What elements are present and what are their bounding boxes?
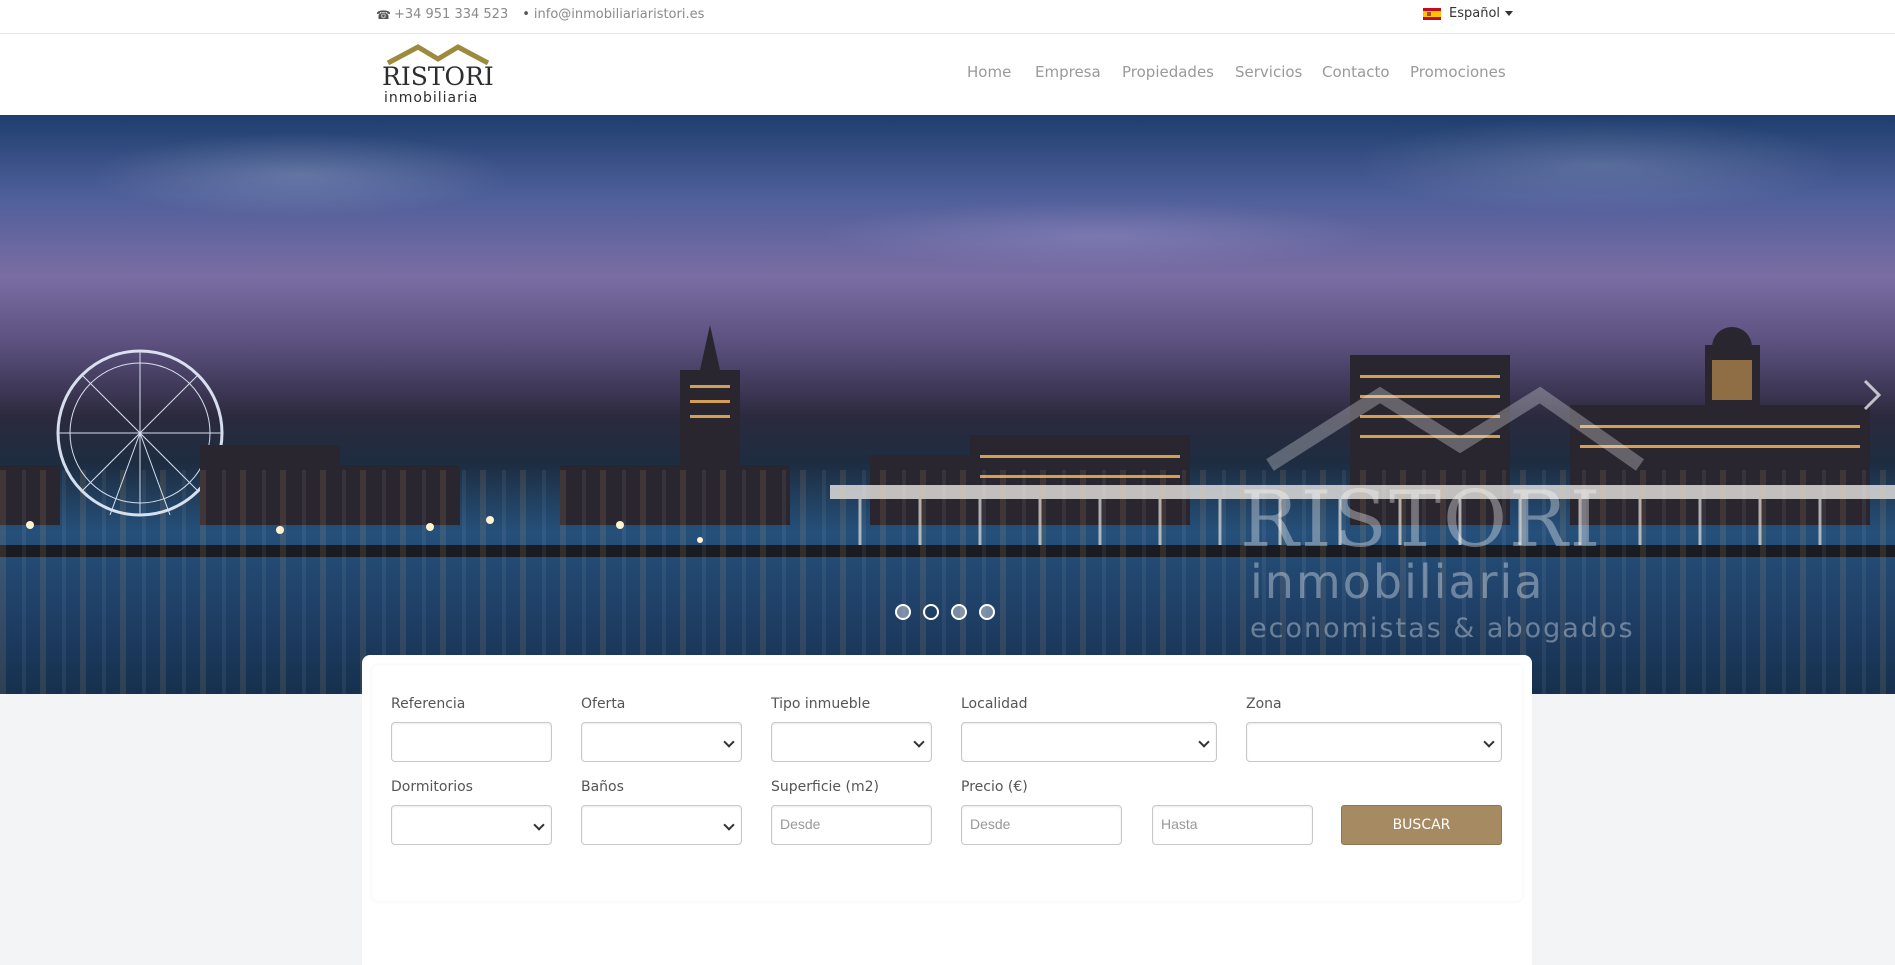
nav-home[interactable]: Home	[967, 63, 1011, 81]
main-navbar: RISTORI inmobiliaria Home Empresa Propie…	[0, 34, 1895, 115]
logo-name: RISTORI	[382, 62, 494, 91]
logo-subtitle: inmobiliaria	[384, 90, 479, 106]
label-banos: Baños	[581, 779, 624, 795]
label-referencia: Referencia	[391, 696, 466, 712]
site-logo[interactable]: RISTORI inmobiliaria	[382, 43, 494, 106]
dormitorios-select[interactable]	[391, 805, 552, 845]
referencia-input[interactable]	[391, 722, 552, 762]
banos-select[interactable]	[581, 805, 742, 845]
caret-down-icon	[1505, 11, 1514, 16]
chevron-right-icon[interactable]	[1861, 377, 1883, 413]
zona-select[interactable]	[1246, 722, 1502, 762]
watermark-roof-icon	[1266, 386, 1645, 471]
precio-desde-input[interactable]: Desde	[961, 805, 1122, 845]
nav-contacto[interactable]: Contacto	[1322, 63, 1390, 81]
hero-slider: RISTORI inmobiliaria economistas & aboga…	[0, 115, 1895, 694]
superficie-desde-input[interactable]: Desde	[771, 805, 932, 845]
phone-icon: ☎	[376, 7, 391, 22]
top-bar: ☎ +34 951 334 523 • info@inmobiliariaris…	[0, 0, 1895, 34]
label-precio: Precio (€)	[961, 779, 1028, 795]
slider-dots	[895, 604, 1007, 620]
nav-propiedades[interactable]: Propiedades	[1122, 63, 1214, 81]
label-tipo-inmueble: Tipo inmueble	[771, 696, 871, 712]
localidad-select[interactable]	[961, 722, 1217, 762]
language-label: Español	[1449, 6, 1501, 21]
watermark-tagline: economistas & abogados	[1250, 613, 1635, 644]
contact-info: ☎ +34 951 334 523 • info@inmobiliariaris…	[376, 7, 704, 22]
tipo-inmueble-select[interactable]	[771, 722, 932, 762]
slider-dot-2[interactable]	[923, 604, 939, 620]
separator-dot: •	[522, 7, 530, 22]
nav-promociones[interactable]: Promociones	[1410, 63, 1506, 81]
nav-servicios[interactable]: Servicios	[1235, 63, 1302, 81]
label-localidad: Localidad	[961, 696, 1028, 712]
slider-dot-3[interactable]	[951, 604, 967, 620]
buscar-button[interactable]: BUSCAR	[1341, 805, 1502, 845]
search-form	[372, 665, 1522, 901]
label-oferta: Oferta	[581, 696, 626, 712]
email-link[interactable]: info@inmobiliariaristori.es	[534, 7, 704, 22]
label-dormitorios: Dormitorios	[391, 779, 473, 795]
label-zona: Zona	[1246, 696, 1282, 712]
watermark-name: RISTORI	[1240, 475, 1603, 565]
language-selector[interactable]: Español	[1423, 6, 1514, 21]
label-superficie: Superficie (m2)	[771, 779, 879, 795]
precio-hasta-input[interactable]: Hasta	[1152, 805, 1313, 845]
slider-dot-1[interactable]	[895, 604, 911, 620]
oferta-select[interactable]	[581, 722, 742, 762]
watermark-subtitle: inmobiliaria	[1250, 555, 1545, 609]
phone-number[interactable]: +34 951 334 523	[394, 7, 508, 22]
slider-dot-4[interactable]	[979, 604, 995, 620]
nav-empresa[interactable]: Empresa	[1035, 63, 1101, 81]
spain-flag-icon	[1423, 7, 1441, 20]
